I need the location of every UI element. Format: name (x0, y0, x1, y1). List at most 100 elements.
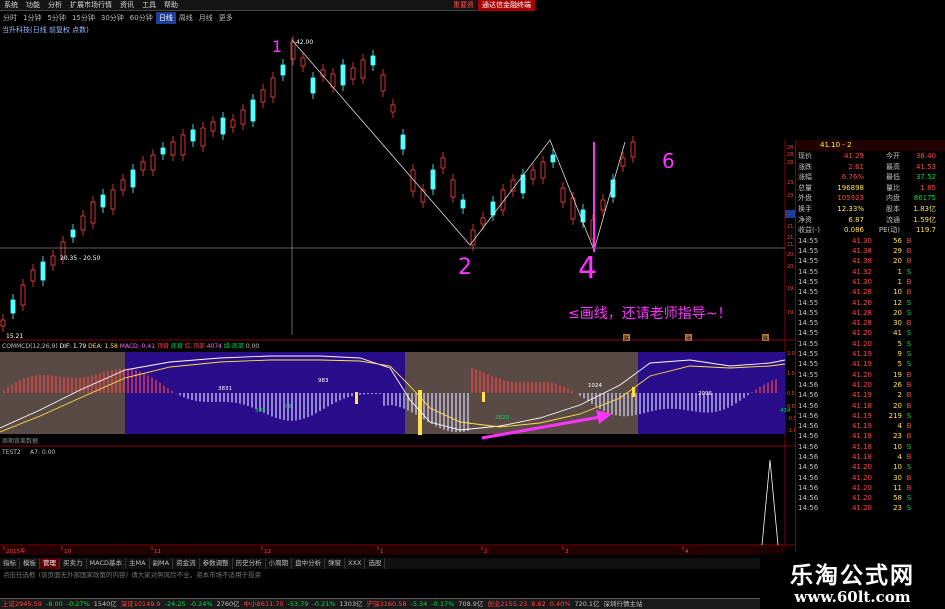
tick-time: 14:56 (798, 504, 819, 513)
quote-value: 86175 (913, 194, 936, 203)
kline-chart-area[interactable]: 42.00 20.35 - 20.50 15.21 1 2 4 6 ≤画线，还请… (0, 30, 795, 555)
candle-body (150, 154, 156, 171)
tick-row[interactable]: 14:55 41.32 1 S (796, 267, 945, 277)
period-tab-1[interactable]: 1分钟 (20, 12, 44, 24)
tick-row[interactable]: 14:55 41.38 29 B (796, 246, 945, 256)
tick-row[interactable]: 14:55 41.20 19 B (796, 370, 945, 380)
tick-price: 41.20 (851, 339, 872, 348)
tick-row[interactable]: 14:56 41.20 11 B (796, 483, 945, 493)
tick-row[interactable]: 14:55 41.28 10 B (796, 287, 945, 297)
period-tab-8[interactable]: 月线 (196, 12, 216, 24)
indicator-tab-7[interactable]: 资金流 (173, 558, 200, 569)
period-tab-7[interactable]: 周线 (176, 12, 196, 24)
tick-direction: S (906, 308, 912, 317)
menu-item-3[interactable]: 扩展市场行情 (66, 0, 116, 11)
menu-item-6[interactable]: 帮助 (160, 0, 182, 11)
tick-row[interactable]: 14:56 41.19 2 B (796, 390, 945, 400)
indicator-tab-12[interactable]: 弹窗 (325, 558, 346, 569)
tick-row[interactable]: 14:55 41.19 5 S (796, 359, 945, 369)
indicator-tab-3[interactable]: 买卖力 (60, 558, 87, 569)
candle-body (560, 187, 566, 203)
period-tab-0[interactable]: 分时 (0, 12, 20, 24)
period-tab-5[interactable]: 60分钟 (127, 12, 156, 24)
candle-body (340, 64, 346, 86)
tick-row[interactable]: 14:55 41.26 12 S (796, 298, 945, 308)
indicator-tab-5[interactable]: 主MA (126, 558, 150, 569)
candle-body (280, 64, 286, 76)
tick-row[interactable]: 14:55 41.30 56 B (796, 236, 945, 246)
tick-row[interactable]: 14:55 41.28 20 S (796, 308, 945, 318)
indicator-tab-14[interactable]: 选股 (365, 558, 386, 569)
menu-item-1[interactable]: 功能 (22, 0, 44, 11)
indicator-tab-6[interactable]: 副MA (150, 558, 174, 569)
indicator-tab-13[interactable]: XXX (345, 558, 366, 569)
candle-body (600, 199, 606, 211)
quote-value: 0.086 (843, 226, 864, 235)
tick-volume: 29 (893, 247, 902, 256)
tick-time: 14:55 (798, 350, 819, 359)
tick-row[interactable]: 14:56 41.20 10 S (796, 462, 945, 472)
tick-row[interactable]: 14:56 41.18 20 B (796, 401, 945, 411)
period-tab-3[interactable]: 15分钟 (69, 12, 98, 24)
menu-item-4[interactable]: 资讯 (116, 0, 138, 11)
tick-row[interactable]: 14:56 41.20 23 S (796, 503, 945, 513)
period-tab-2[interactable]: 5分钟 (44, 12, 68, 24)
candle-body (180, 134, 186, 156)
price-axis-label: 23.28 (787, 193, 795, 199)
tick-row[interactable]: 14:56 41.18 4 B (796, 452, 945, 462)
tick-row[interactable]: 14:56 41.20 58 S (796, 493, 945, 503)
price-axis-label: 21.32 (787, 235, 795, 241)
tick-row[interactable]: 14:56 41.18 10 S (796, 442, 945, 452)
menu-special[interactable]: 重要资 (449, 0, 478, 11)
tick-row[interactable]: 14:56 41.20 26 B (796, 380, 945, 390)
macd-value-8: 0.00 (246, 343, 260, 350)
menu-item-0[interactable]: 系统 (0, 0, 22, 11)
tick-row[interactable]: 14:55 41.28 30 B (796, 318, 945, 328)
tick-list[interactable]: 14:55 41.30 56 B 14:55 41.38 29 B 14:55 41.38 20 B 1… (796, 236, 945, 514)
tick-row[interactable]: 14:56 41.20 30 B (796, 473, 945, 483)
candle-body (100, 194, 106, 208)
macd-label: 1024 (588, 383, 602, 389)
indicator-tab-0[interactable]: 指标 (0, 558, 20, 569)
tick-price: 41.19 (851, 391, 872, 400)
tick-row[interactable]: 14:56 41.18 23 B (796, 431, 945, 441)
macd-axis-label: -0.50 (787, 416, 795, 422)
candle-body (170, 141, 176, 156)
period-tab-6[interactable]: 日线 (155, 12, 176, 24)
tick-volume: 10 (893, 463, 902, 472)
indicator-tab-11[interactable]: 盘中分析 (292, 558, 326, 569)
info-item-2: 请大家对照风险不全，资本市场不适用于投资 (131, 571, 262, 579)
menu-item-5[interactable]: 工具 (138, 0, 160, 11)
indicator-tab-8[interactable]: 参数调整 (200, 558, 233, 569)
macd-bg-zone-1 (0, 352, 125, 434)
tick-volume: 20 (893, 401, 902, 410)
tick-row[interactable]: 14:55 41.19 9 S (796, 349, 945, 359)
candle-body (480, 217, 486, 225)
tick-time: 14:55 (798, 339, 819, 348)
tick-row[interactable]: 14:55 41.20 5 S (796, 339, 945, 349)
indicator-tab-1[interactable]: 模板 (20, 558, 40, 569)
test2-title: TEST2 (1, 449, 21, 456)
candle-body (620, 157, 626, 167)
indicator-tab-10[interactable]: 小周期 (266, 558, 293, 569)
candle-body (10, 299, 16, 314)
menu-item-2[interactable]: 分析 (44, 0, 66, 11)
tick-volume: 219 (888, 411, 902, 420)
tick-direction: S (906, 411, 912, 420)
indicator-tab-2[interactable]: 管理 (40, 558, 60, 569)
tick-row[interactable]: 14:56 41.19 219 S (796, 411, 945, 421)
period-tab-4[interactable]: 30分钟 (98, 12, 127, 24)
indicator-tab-4[interactable]: MACD基本 (87, 558, 126, 569)
macd-axis-label: 0.00 (787, 404, 795, 410)
quote-value: 2.61 (848, 162, 864, 171)
tick-row[interactable]: 14:55 41.20 41 S (796, 328, 945, 338)
tick-row[interactable]: 14:55 41.38 20 B (796, 256, 945, 266)
quote-label: 总量 (798, 183, 812, 192)
indicator-tab-9[interactable]: 历史分析 (233, 558, 266, 569)
period-tab-9[interactable]: 更多 (216, 12, 236, 24)
price-axis-label: 19.55 (787, 286, 795, 292)
test2-value: A7: 0.00 (30, 449, 55, 456)
tick-volume: 56 (893, 236, 902, 245)
tick-row[interactable]: 14:56 41.19 4 B (796, 421, 945, 431)
tick-row[interactable]: 14:55 41.30 1 B (796, 277, 945, 287)
